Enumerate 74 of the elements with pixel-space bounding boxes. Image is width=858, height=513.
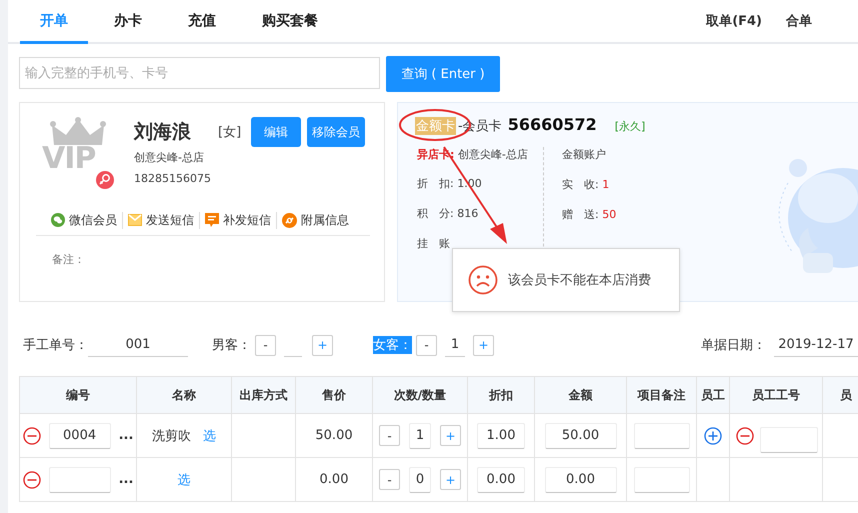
add-circle-icon[interactable]: [704, 426, 722, 444]
amount-field[interactable]: 50.00: [544, 422, 616, 448]
card-type-badge: 金额卡: [415, 117, 456, 135]
member-link[interactable]: 微信会员: [46, 212, 122, 228]
sad-face-icon: [468, 265, 498, 295]
column-header: 出库方式: [240, 388, 288, 402]
field-label: 男客：: [212, 337, 251, 354]
chain-link-icon: [282, 212, 297, 228]
column-header: 次数/数量: [394, 388, 446, 402]
item-remark-field[interactable]: [634, 466, 690, 492]
tab[interactable]: 办卡: [94, 0, 162, 44]
remark-label: 备注：: [51, 252, 86, 267]
member-name: 刘海浪: [134, 120, 192, 145]
account-detail: 实 收: 1: [562, 177, 610, 192]
discount-field[interactable]: 1.00: [477, 422, 525, 448]
amount-field[interactable]: 0.00: [544, 466, 616, 492]
code-field[interactable]: [48, 466, 111, 492]
member-store: 创意尖峰-总店: [134, 150, 205, 166]
column-header: 金额: [568, 388, 592, 402]
column-header: 员工: [701, 388, 725, 402]
price-cell: 0.00: [320, 472, 348, 487]
decrement-button[interactable]: -: [416, 334, 437, 356]
member-link[interactable]: 附属信息: [276, 212, 354, 228]
more-button[interactable]: ...: [118, 472, 134, 487]
field-label: 手工单号：: [23, 337, 88, 354]
member-phone: 18285156075: [134, 171, 212, 187]
account-detail: 赠 送: 50: [562, 207, 616, 222]
column-header: 售价: [322, 388, 346, 402]
message-icon: [205, 212, 219, 228]
column-header: 项目备注: [638, 388, 686, 402]
column-header: 折扣: [489, 388, 513, 402]
quantity-field[interactable]: 0: [409, 466, 431, 492]
female-symbol-icon: [96, 171, 114, 189]
decrement-button[interactable]: -: [255, 334, 276, 356]
member-link[interactable]: 补发短信: [199, 212, 276, 228]
toast-message: 该会员卡不能在本店消费: [508, 272, 651, 289]
remove-circle-icon[interactable]: [22, 426, 41, 444]
decrement-button[interactable]: -: [379, 425, 400, 446]
card-detail: 挂 账: [417, 236, 451, 251]
tab[interactable]: 购买套餐: [242, 0, 338, 44]
discount-field[interactable]: 0.00: [477, 466, 525, 492]
toolbar-action[interactable]: 取单(F4): [706, 12, 762, 30]
card-validity: [永久]: [614, 119, 646, 134]
remove-circle-icon[interactable]: [736, 426, 754, 444]
envelope-icon: [128, 214, 142, 226]
account-title: 金额账户: [562, 147, 607, 162]
date-field[interactable]: 2019-12-17: [774, 333, 858, 357]
column-header: 员工工号: [752, 388, 800, 402]
toolbar-action[interactable]: 合单: [786, 12, 812, 30]
tab[interactable]: 充值: [168, 0, 236, 44]
remove-circle-icon[interactable]: [22, 470, 41, 488]
card-number: 56660572: [508, 115, 597, 134]
manual-number-field[interactable]: 001: [88, 333, 188, 357]
chat-bubbles-icon: [51, 213, 65, 227]
field-label: 女客：: [373, 336, 412, 354]
field-label: 单据日期：: [701, 337, 766, 354]
decrement-button[interactable]: -: [379, 469, 400, 490]
member-link[interactable]: 发送短信: [122, 212, 199, 228]
crown-icon: [50, 117, 106, 147]
female-count-field[interactable]: 1: [445, 333, 465, 357]
member-gender: [女]: [218, 124, 242, 141]
item-remark-field[interactable]: [634, 422, 690, 448]
card-detail: 积 分: 816: [417, 206, 480, 221]
quantity-field[interactable]: 1: [409, 422, 431, 448]
code-field[interactable]: 0004: [48, 422, 111, 448]
item-name: 洗剪吹: [152, 428, 191, 444]
column-header: 编号: [66, 388, 90, 402]
column-header: 名称: [172, 388, 196, 402]
search-field[interactable]: 输入完整的手机号、卡号: [19, 57, 380, 89]
column-header: 员: [840, 388, 852, 402]
more-button[interactable]: ...: [118, 428, 134, 443]
staff-number-field[interactable]: [760, 426, 818, 452]
vip-text: VIP: [42, 143, 96, 175]
price-cell: 50.00: [315, 428, 353, 443]
